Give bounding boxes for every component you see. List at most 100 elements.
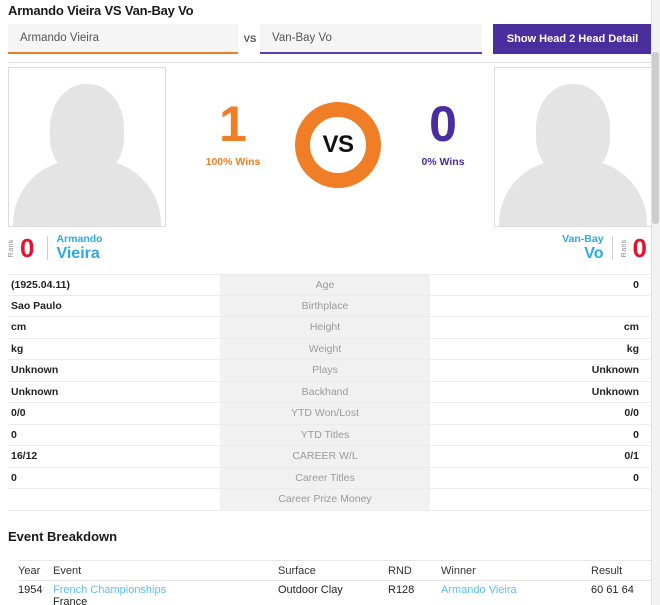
stat-label: CAREER W/L	[220, 446, 430, 467]
stat-value-right: 0	[633, 278, 639, 291]
event-link[interactable]: French Championships	[53, 584, 166, 596]
player2-last-name: Vo	[584, 245, 604, 263]
stat-value-right: Unknown	[591, 385, 639, 398]
player1-rank-label: Rank	[8, 238, 15, 258]
stat-value-right: 0	[633, 471, 639, 484]
player1-first-name: Armando	[56, 232, 103, 245]
player2-avatar	[494, 67, 652, 227]
divider	[47, 236, 49, 260]
player2-wins-percent: 0% Wins	[421, 155, 465, 168]
player1-search-input[interactable]: Armando Vieira	[8, 24, 238, 54]
stat-row: Unknown Plays Unknown	[8, 360, 652, 382]
show-head-2-head-detail-button[interactable]: Show Head 2 Head Detail	[493, 24, 652, 54]
stat-label: Height	[220, 317, 430, 338]
player1-search-value: Armando Vieira	[20, 32, 100, 44]
column-header-result: Result	[591, 565, 623, 577]
winner-link[interactable]: Armando Vieira	[441, 584, 517, 596]
stat-value-left: Unknown	[11, 385, 59, 398]
stat-row: Unknown Backhand Unknown	[8, 381, 652, 403]
stat-row: (1925.04.11) Age 0	[8, 274, 652, 296]
stat-value-right: kg	[626, 342, 639, 355]
player2-first-name: Van-Bay	[562, 232, 604, 245]
player-compare-bar: Armando Vieira VS Van-Bay Vo Show Head 2…	[8, 22, 652, 56]
stat-value-left: 0	[11, 471, 17, 484]
stat-value-right: 0/1	[624, 450, 639, 463]
person-silhouette-body-icon	[499, 160, 647, 226]
stat-value-left: cm	[11, 321, 27, 334]
player1-name[interactable]: Armando Vieira	[56, 232, 103, 263]
vs-chip-label: VS	[238, 22, 262, 56]
cell-winner[interactable]: Armando Vieira	[441, 584, 591, 596]
stat-label: Birthplace	[220, 295, 430, 316]
vs-ring-label: VS	[322, 131, 354, 158]
stat-row: 16/12 CAREER W/L 0/1	[8, 446, 652, 468]
stat-label: Career Titles	[220, 467, 430, 488]
stat-label: YTD Won/Lost	[220, 403, 430, 424]
player2-search-input[interactable]: Van-Bay Vo	[260, 24, 482, 54]
stat-row: 0 Career Titles 0	[8, 467, 652, 489]
player1-rank-name: Rank 0 Armando Vieira	[8, 232, 103, 264]
vs-ring-badge: VS	[295, 102, 381, 188]
player2-wins-block: 0 0% Wins	[398, 96, 488, 168]
cell-rnd: R128	[388, 584, 415, 596]
stat-label: Age	[220, 275, 430, 295]
stat-label: Weight	[220, 338, 430, 359]
player1-avatar	[8, 67, 166, 227]
stat-value-right: Unknown	[591, 364, 639, 377]
stat-label: Plays	[220, 360, 430, 381]
player1-wins-block: 1 100% Wins	[188, 96, 278, 168]
event-breakdown-row: 1954 French Championships France Outdoor Cl…	[18, 581, 652, 605]
stat-value-left: (1925.04.11)	[11, 278, 70, 291]
stat-row: cm Height cm	[8, 317, 652, 339]
player1-wins-count: 1	[219, 96, 247, 152]
player2-rank-label: Rank	[620, 238, 628, 258]
stat-value-left: Sao Paulo	[11, 299, 62, 312]
stat-value-left: 0	[11, 428, 17, 441]
player2-rank-name: Van-Bay Vo Rank 0	[562, 232, 652, 264]
page-scrollbar[interactable]	[651, 0, 660, 605]
player-stats-comparison-table: (1925.04.11) Age 0 Sao Paulo Birthplace cm Hei…	[8, 274, 652, 511]
stat-row: 0/0 YTD Won/Lost 0/0	[8, 403, 652, 425]
event-country: France	[53, 596, 88, 605]
player2-wins-count: 0	[429, 96, 457, 152]
stat-value-right: 0/0	[624, 407, 639, 420]
stat-value-right: 0	[633, 428, 639, 441]
player2-name[interactable]: Van-Bay Vo	[562, 232, 604, 263]
stat-value-right: cm	[623, 321, 639, 334]
column-header-winner: Winner	[441, 565, 476, 577]
stat-value-left: Unknown	[11, 364, 59, 377]
cell-year: 1954	[18, 584, 43, 596]
player1-last-name: Vieira	[56, 245, 100, 263]
stat-row: 0 YTD Titles 0	[8, 424, 652, 446]
player-rank-strip: Rank 0 Armando Vieira Van-Bay Vo Rank 0	[8, 232, 652, 264]
stat-row: Sao Paulo Birthplace	[8, 295, 652, 317]
column-header-surface: Surface	[278, 565, 316, 577]
stat-row: kg Weight kg	[8, 338, 652, 360]
head-to-head-page: Armando Vieira VS Van-Bay Vo Armando Vie…	[0, 0, 660, 605]
stat-value-left: 16/12	[11, 450, 38, 463]
column-header-rnd: RND	[388, 565, 412, 577]
stat-row: Career Prize Money	[8, 489, 652, 511]
stat-value-left: 0/0	[11, 407, 26, 420]
person-silhouette-body-icon	[13, 160, 161, 226]
event-breakdown-title: Event Breakdown	[8, 529, 118, 544]
stat-label: YTD Titles	[220, 424, 430, 445]
stat-value-left: kg	[11, 342, 24, 355]
head-to-head-hero: 1 100% Wins VS 0 0% Wins	[8, 62, 652, 230]
player2-rank-value: 0	[632, 233, 647, 263]
scrollbar-thumb[interactable]	[652, 52, 659, 224]
cell-surface: Outdoor Clay	[278, 584, 343, 596]
cell-event[interactable]: French Championships France	[53, 584, 278, 605]
column-header-year: Year	[18, 565, 41, 577]
event-breakdown-table: Year Event Surface RND Winner Result 195…	[18, 560, 652, 605]
column-header-event: Event	[53, 565, 82, 577]
stat-label: Career Prize Money	[220, 489, 430, 510]
cell-result: 60 61 64	[591, 584, 634, 596]
page-title: Armando Vieira VS Van-Bay Vo	[8, 3, 194, 18]
player2-search-value: Van-Bay Vo	[272, 32, 332, 44]
player1-wins-percent: 100% Wins	[205, 155, 261, 168]
stat-label: Backhand	[220, 381, 430, 402]
player1-rank-value: 0	[20, 233, 35, 263]
event-breakdown-header-row: Year Event Surface RND Winner Result	[18, 560, 652, 581]
divider	[611, 236, 613, 260]
